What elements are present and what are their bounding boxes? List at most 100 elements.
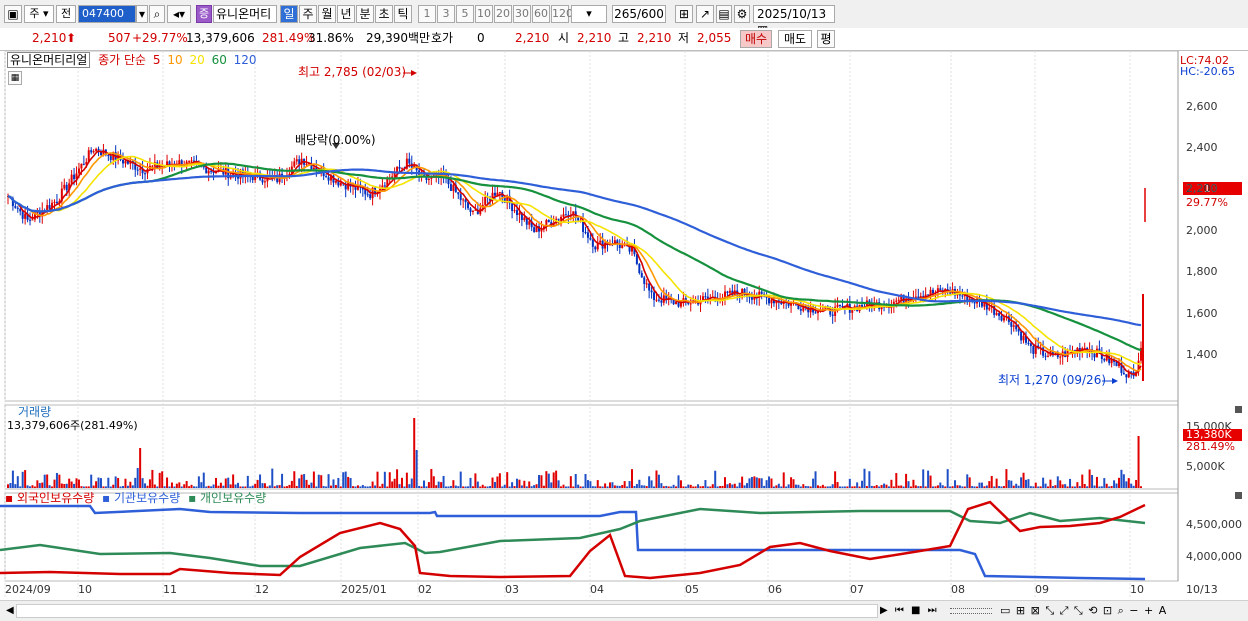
period-tab-2[interactable]: 월 [318, 5, 336, 23]
last-pct: 29.77% [1186, 196, 1228, 209]
candle-body [95, 148, 98, 152]
volume-bar [229, 484, 232, 488]
volume-bar [396, 469, 399, 488]
interval-input[interactable]: ▾ [571, 5, 607, 23]
period-tab-3[interactable]: 년 [337, 5, 355, 23]
interval-button-60[interactable]: 60 [532, 5, 550, 23]
volume-bar [584, 474, 587, 488]
candle-body [657, 299, 660, 301]
candle-body [988, 307, 991, 310]
candle-body [107, 155, 110, 157]
candle-body [562, 214, 565, 217]
volume-bar [256, 479, 259, 488]
candle-body [21, 211, 24, 219]
interval-button-3[interactable]: 3 [437, 5, 455, 23]
volume-bar [665, 485, 668, 488]
volume-bar [7, 484, 9, 488]
period-tab-5[interactable]: 초 [375, 5, 393, 23]
volume-bar [604, 483, 607, 488]
volume-bar [180, 486, 183, 488]
candle-body [726, 291, 729, 293]
volume-bar [763, 485, 766, 488]
volume-bar [1076, 482, 1079, 488]
interval-button-5[interactable]: 5 [456, 5, 474, 23]
prev-button[interactable]: 전 [56, 5, 76, 23]
volume-bar [1039, 486, 1042, 488]
code-dropdown-icon[interactable]: ▾ [136, 5, 148, 23]
buy-button[interactable]: 매수 [740, 30, 772, 48]
eval-button[interactable]: 평 [817, 30, 835, 48]
market-select[interactable]: 주 ▾ [24, 5, 54, 23]
sell-button[interactable]: 매도 [778, 30, 812, 48]
candle-body [584, 231, 587, 233]
volume-bar [719, 486, 722, 488]
interval-button-20[interactable]: 20 [494, 5, 512, 23]
interval-button-10[interactable]: 10 [475, 5, 493, 23]
volume-bar [1010, 480, 1013, 488]
volume-bar [471, 486, 474, 488]
price-ytick: 2,600 [1186, 100, 1218, 113]
count-field[interactable]: 265/600 [612, 5, 666, 23]
volume-bar [868, 471, 871, 488]
volume-bar [716, 486, 719, 488]
volume-bar [1020, 477, 1023, 488]
volume-bar [51, 486, 54, 488]
scroll-left-icon[interactable]: ◀ [6, 604, 14, 618]
grid-icon[interactable]: ⊞ [675, 5, 693, 23]
scroll-bar[interactable]: ◀ ▶ ⏮ ■ ⏭ ▭ ⊞ ⊠ ⤡ ⤢ ⤡ ⟲ ⊡ ⌕ − + A [0, 600, 1248, 621]
holding-legend-0: ▪ 외국인보유수량 [5, 491, 95, 505]
volume-bar [293, 471, 296, 488]
x-label: 2024/09 [5, 583, 51, 596]
volume-bar [1037, 486, 1040, 488]
volume-bar [158, 472, 161, 488]
candle-body [895, 300, 898, 302]
volume-bar [621, 485, 624, 488]
tool-icons[interactable]: ▭ ⊞ ⊠ ⤡ ⤢ ⤡ ⟲ ⊡ ⌕ − + A [1000, 604, 1167, 618]
date-field[interactable]: 2025/10/13 ▦ [753, 5, 835, 37]
candle-body [55, 201, 58, 204]
candle-body [295, 159, 298, 162]
candle-body [383, 185, 386, 187]
candle-body [1000, 315, 1003, 321]
volume-bar [197, 476, 200, 488]
volume-bar [53, 479, 56, 488]
code-input[interactable]: 047400 [78, 5, 136, 23]
period-tab-6[interactable]: 틱 [394, 5, 412, 23]
search-icon[interactable]: ⌕ [149, 5, 165, 23]
candle-body [675, 301, 678, 305]
volume-bar [290, 480, 293, 488]
gear-icon[interactable]: ⚙ [734, 5, 750, 23]
table-icon[interactable]: ▦ [8, 71, 22, 85]
period-tab-4[interactable]: 분 [356, 5, 374, 23]
volume-bar [217, 485, 220, 488]
interval-button-30[interactable]: 30 [513, 5, 531, 23]
volume-bar [77, 479, 80, 488]
volume-bar [834, 471, 837, 488]
volume-bar [589, 481, 592, 488]
candle-body [1010, 322, 1013, 327]
save-icon[interactable]: ▤ [716, 5, 732, 23]
interval-button-120[interactable]: 120 [551, 5, 573, 23]
chart-type-icon[interactable]: ↗ [696, 5, 714, 23]
period-tab-1[interactable]: 주 [299, 5, 317, 23]
period-tab-0[interactable]: 일 [280, 5, 298, 23]
sound-icon[interactable]: ◂▾ [167, 5, 191, 23]
volume-bar [33, 486, 36, 488]
volume-bar [131, 485, 134, 488]
scroll-grip-icon[interactable] [950, 608, 992, 614]
volume-bar [141, 478, 144, 488]
interval-button-1[interactable]: 1 [418, 5, 436, 23]
volume-bar [469, 477, 472, 488]
candle-body [704, 296, 707, 298]
chart-canvas[interactable] [0, 51, 1248, 621]
scroll-nav-icons[interactable]: ▶ ⏮ ■ ⏭ [880, 604, 939, 618]
volume-bar [378, 486, 381, 488]
window-icon[interactable]: ▣ [4, 5, 22, 23]
open-label: 시 [558, 31, 570, 45]
volume-bar [73, 483, 76, 488]
volume-bar [870, 485, 873, 488]
volume-bar [976, 486, 979, 488]
chart-area[interactable]: 유니온머티리얼 종가 단순 5 10 20 60 120 ▦ 최고 2,785 … [0, 51, 1248, 621]
scroll-track[interactable] [16, 604, 878, 618]
volume-bar [1103, 478, 1106, 488]
